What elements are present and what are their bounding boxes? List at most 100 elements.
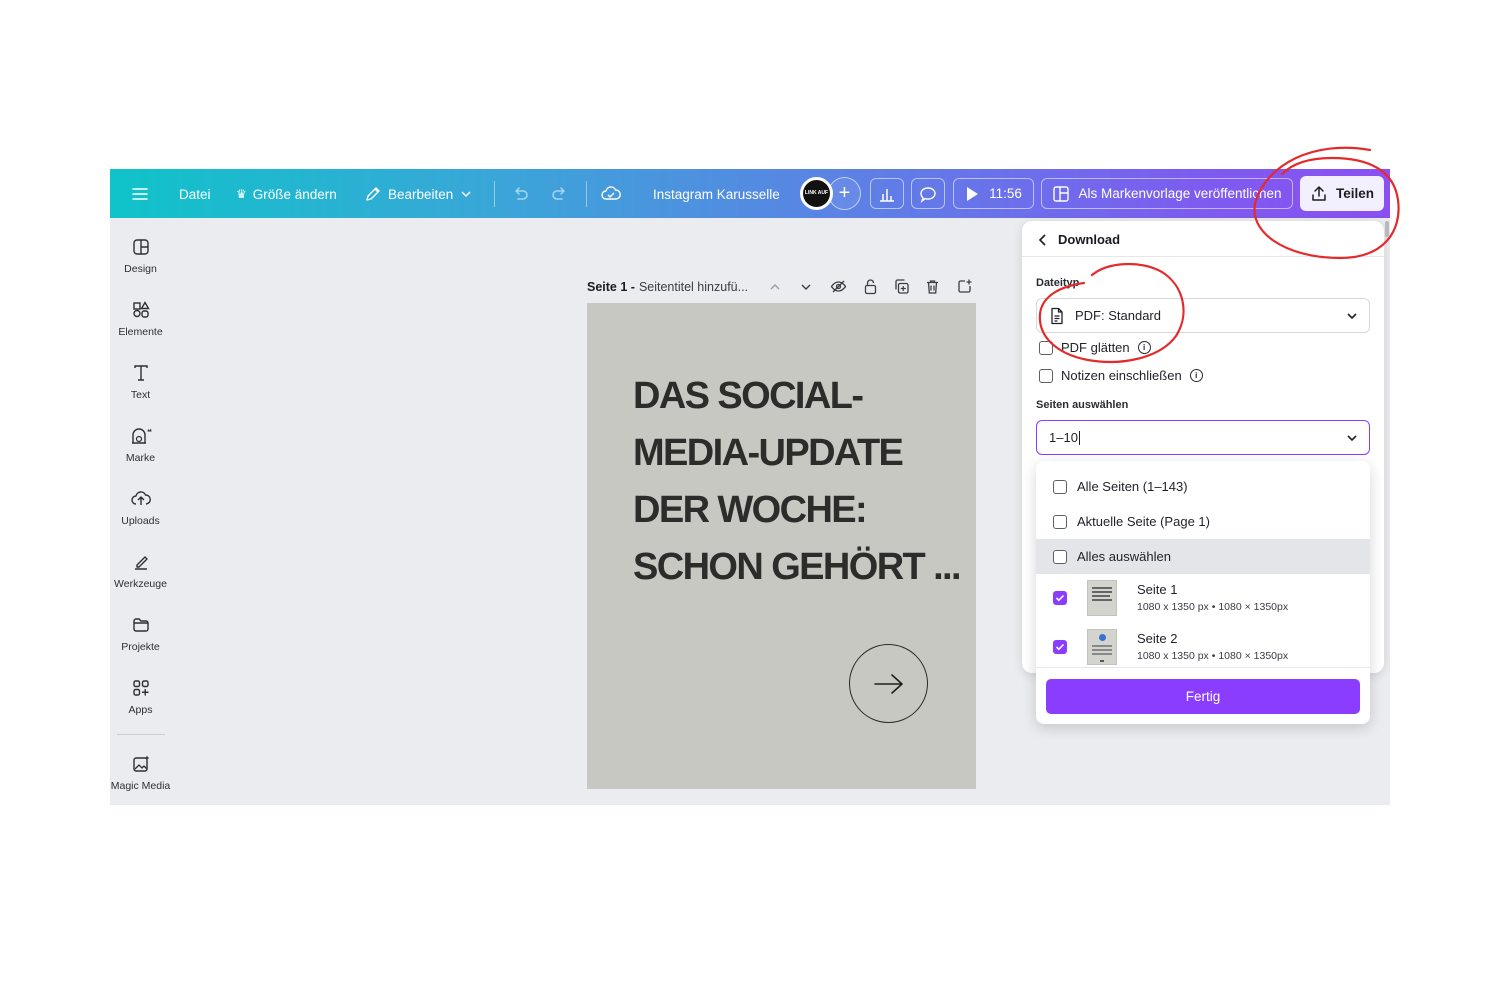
- menu-icon[interactable]: [130, 179, 150, 209]
- sidebar-item-elements[interactable]: Elemente: [110, 300, 171, 338]
- insights-button[interactable]: [870, 178, 904, 209]
- resize-button[interactable]: ♛ Größe ändern: [236, 179, 337, 209]
- comment-button[interactable]: [911, 178, 945, 209]
- crown-icon: ♛: [236, 187, 247, 201]
- arrow-right-icon[interactable]: [849, 644, 928, 723]
- divider: [494, 181, 495, 207]
- avatar[interactable]: LINK AUF: [800, 177, 833, 210]
- headline-text[interactable]: DAS SOCIAL- MEDIA-UPDATE DER WOCHE: SCHO…: [633, 368, 963, 596]
- plus-icon: +: [838, 182, 851, 204]
- sidebar-item-label: Design: [124, 263, 157, 275]
- lock-icon[interactable]: [862, 278, 879, 295]
- sidebar-item-brand[interactable]: Marke: [110, 426, 171, 464]
- share-button[interactable]: Teilen: [1300, 176, 1384, 211]
- sidebar-item-uploads[interactable]: Uploads: [110, 489, 171, 527]
- scrollbar[interactable]: [1385, 221, 1389, 237]
- design-title-text: Instagram Karusselle: [653, 186, 780, 202]
- sidebar-item-design[interactable]: Design: [110, 237, 171, 275]
- chevron-down-icon: [461, 191, 471, 198]
- hide-page-icon[interactable]: [830, 278, 847, 295]
- page-title-input[interactable]: Seitentitel hinzufü...: [639, 280, 748, 294]
- template-icon: [1053, 185, 1070, 202]
- cloud-check-icon: [601, 186, 621, 200]
- checkbox[interactable]: [1053, 514, 1067, 529]
- panel-title: Download: [1058, 232, 1121, 247]
- option-label: Alles auswählen: [1077, 549, 1171, 564]
- sidebar-item-apps[interactable]: Apps: [110, 678, 171, 716]
- sidebar-item-magic-media[interactable]: Magic Media: [110, 754, 171, 792]
- headline-line: DAS SOCIAL-: [633, 375, 864, 417]
- text-icon: [133, 365, 148, 381]
- option-current-page[interactable]: Aktuelle Seite (Page 1): [1036, 504, 1370, 539]
- info-icon[interactable]: i: [1189, 369, 1203, 382]
- duplicate-page-icon[interactable]: [893, 278, 910, 295]
- option-label: Alle Seiten (1–143): [1077, 479, 1188, 494]
- flatten-pdf-checkbox[interactable]: [1039, 340, 1053, 355]
- brand-icon: [131, 428, 151, 444]
- magic-media-icon: [132, 755, 149, 772]
- include-notes-option[interactable]: Notizen einschließen i: [1039, 368, 1203, 383]
- present-button[interactable]: 11:56: [953, 178, 1034, 209]
- trash-icon[interactable]: [924, 278, 941, 295]
- design-title[interactable]: Instagram Karusselle: [653, 179, 780, 209]
- resize-label: Größe ändern: [252, 186, 337, 202]
- design-icon: [132, 239, 149, 255]
- done-label: Fertig: [1185, 689, 1221, 704]
- sidebar-item-text[interactable]: Text: [110, 363, 171, 401]
- checkbox-checked[interactable]: [1053, 591, 1067, 605]
- panel-header[interactable]: Download: [1038, 232, 1120, 247]
- sidebar-item-label: Apps: [128, 704, 153, 716]
- publish-brand-template-button[interactable]: Als Markenvorlage veröffentlichen: [1041, 178, 1293, 209]
- filetype-select[interactable]: PDF: Standard: [1036, 298, 1370, 333]
- include-notes-label: Notizen einschließen: [1061, 368, 1182, 383]
- cloud-save-status[interactable]: [600, 179, 622, 209]
- chevron-up-icon[interactable]: [768, 280, 782, 294]
- undo-button[interactable]: [510, 179, 530, 209]
- publish-brand-template-label: Als Markenvorlage veröffentlichen: [1078, 186, 1282, 201]
- share-label: Teilen: [1335, 186, 1374, 201]
- edit-mode-label: Bearbeiten: [388, 186, 454, 202]
- folder-icon: [132, 618, 149, 632]
- sidebar-item-label: Text: [130, 389, 151, 401]
- chevron-left-icon[interactable]: [1038, 233, 1048, 247]
- sidebar-item-label: Uploads: [121, 515, 160, 527]
- edit-mode-button[interactable]: Bearbeiten: [364, 179, 473, 209]
- sidebar-item-tools[interactable]: Werkzeuge: [110, 552, 171, 590]
- select-pages-input[interactable]: 1–10: [1036, 420, 1370, 455]
- avatar-logo: LINK AUF: [803, 180, 830, 207]
- present-time: 11:56: [989, 186, 1022, 201]
- sidebar-item-label: Magic Media: [110, 780, 171, 792]
- redo-button[interactable]: [550, 179, 570, 209]
- page-option-title: Seite 1: [1137, 582, 1178, 597]
- include-notes-checkbox[interactable]: [1039, 368, 1053, 383]
- bar-chart-icon: [880, 188, 894, 202]
- top-toolbar: Datei ♛ Größe ändern Bearbeiten Instagra…: [110, 169, 1390, 218]
- page-option-title: Seite 2: [1137, 631, 1178, 646]
- file-menu[interactable]: Datei: [179, 179, 211, 209]
- checkbox[interactable]: [1053, 549, 1067, 564]
- filetype-value: PDF: Standard: [1075, 308, 1161, 323]
- sidebar-item-projects[interactable]: Projekte: [110, 615, 171, 653]
- checkbox-checked[interactable]: [1053, 640, 1067, 654]
- option-all-pages[interactable]: Alle Seiten (1–143): [1036, 469, 1370, 504]
- chevron-down-icon: [1347, 313, 1357, 320]
- page-option-1[interactable]: Seite 1 1080 x 1350 px • 1080 × 1350px: [1036, 574, 1370, 622]
- design-canvas[interactable]: DAS SOCIAL- MEDIA-UPDATE DER WOCHE: SCHO…: [587, 303, 976, 789]
- sidebar-divider: [117, 734, 165, 735]
- checkbox[interactable]: [1053, 479, 1067, 494]
- chevron-down-icon[interactable]: [799, 280, 813, 294]
- apps-icon: [132, 680, 149, 696]
- done-button[interactable]: Fertig: [1046, 679, 1360, 714]
- comment-icon: [920, 186, 936, 203]
- add-page-icon[interactable]: [956, 278, 973, 295]
- upload-icon: [130, 491, 151, 505]
- flatten-pdf-option[interactable]: PDF glätten i: [1039, 340, 1151, 355]
- chevron-down-icon: [1347, 435, 1357, 442]
- sidebar-item-label: Marke: [125, 452, 156, 464]
- select-pages-label: Seiten auswählen: [1036, 399, 1129, 411]
- page-option-2[interactable]: Seite 2 1080 x 1350 px • 1080 × 1350px: [1036, 623, 1370, 671]
- sidebar-item-label: Werkzeuge: [114, 578, 167, 590]
- info-icon[interactable]: i: [1137, 341, 1151, 354]
- option-select-all[interactable]: Alles auswählen: [1036, 539, 1370, 574]
- page-header: Seite 1 - Seitentitel hinzufü...: [587, 278, 977, 296]
